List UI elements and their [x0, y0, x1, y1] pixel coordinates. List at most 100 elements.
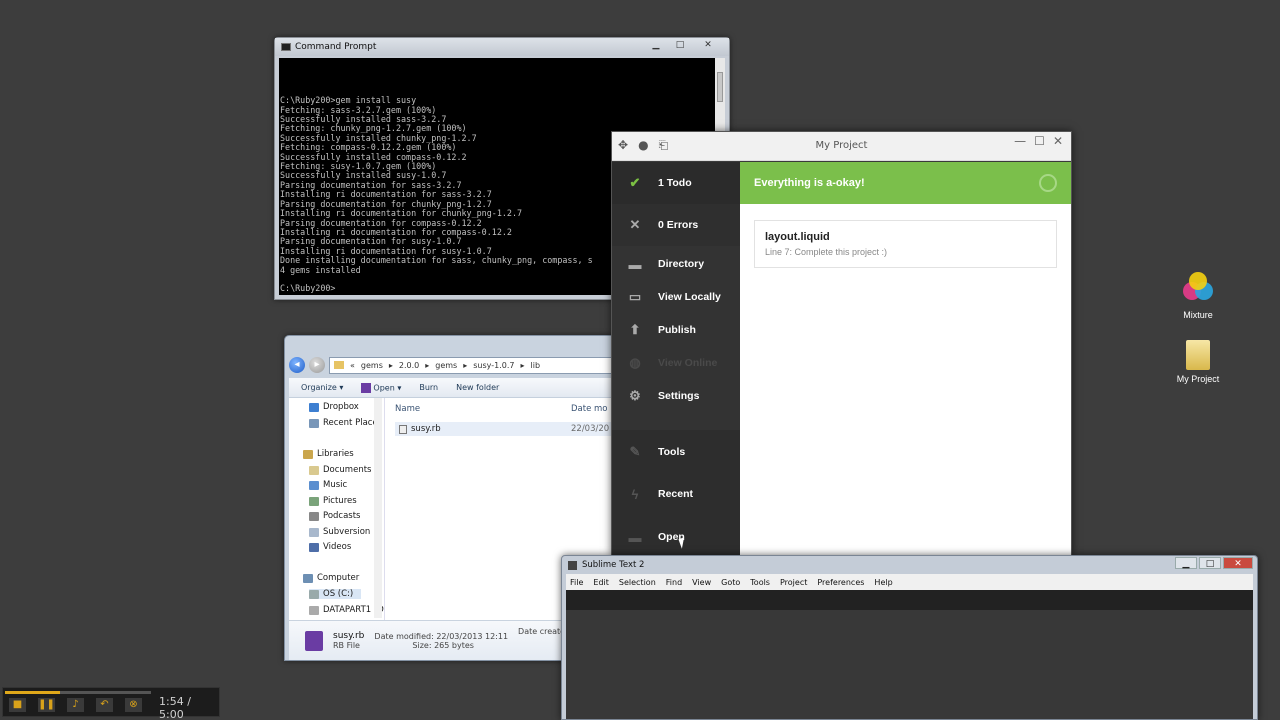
new-folder-button[interactable]: New folder [456, 383, 499, 392]
mixture-title: My Project [815, 140, 868, 151]
mic-icon[interactable]: ♪ [67, 698, 84, 712]
time-readout: 1:54 / 5:00 [159, 695, 191, 720]
pause-icon[interactable]: ❚❚ [38, 698, 55, 712]
globe-icon: ◍ [629, 355, 641, 370]
libraries-icon [303, 449, 313, 459]
sublime-icon [568, 560, 577, 570]
bolt-icon: ϟ [631, 486, 639, 502]
desktop-icon-my-project[interactable]: My Project [1168, 340, 1228, 384]
mixture-sidebar: ✔ 1 Todo ✕ 0 Errors ▬ Directory ▭ View Local… [612, 162, 740, 555]
details-created: Date create [518, 627, 566, 636]
close-icon[interactable]: ✕ [1053, 134, 1063, 148]
nav-todo[interactable]: ✔ 1 Todo [612, 162, 740, 204]
crumb-0[interactable]: « [350, 361, 355, 370]
crumb-4[interactable]: susy-1.0.7 [473, 361, 514, 370]
tree-item-datapart[interactable]: DATAPART1 (D [309, 605, 384, 615]
minimize-icon[interactable]: ▁ [1175, 557, 1197, 569]
file-row[interactable]: susy.rb 22/03/20 [395, 422, 615, 436]
mixture-titlebar[interactable]: ✥ ● ⎗ My Project — ☐ ✕ [612, 132, 1071, 161]
details-name: susy.rb [333, 631, 365, 641]
menu-file[interactable]: File [570, 578, 583, 587]
mixture-main: Everything is a-okay! layout.liquid Line… [740, 162, 1071, 555]
minimize-icon[interactable]: ▁ [645, 38, 667, 52]
computer-icon [303, 573, 313, 583]
tree-item-os-c[interactable]: OS (C:) [309, 589, 362, 599]
details-modified: Date modified: 22/03/2013 12:11 [374, 631, 509, 641]
mixture-window[interactable]: ✥ ● ⎗ My Project — ☐ ✕ ✔ 1 Todo ✕ 0 Errors… [611, 131, 1072, 556]
menu-edit[interactable]: Edit [593, 578, 609, 587]
desktop-icon-mixture[interactable]: Mixture [1168, 272, 1228, 320]
menu-project[interactable]: Project [780, 578, 807, 587]
nav-view-locally[interactable]: ▭ View Locally [612, 283, 740, 311]
tree-item-videos[interactable]: Videos [309, 542, 351, 552]
mixture-logo-icon [1181, 272, 1215, 306]
navigation-tree: Dropbox Recent Places Libraries Document… [289, 398, 385, 620]
minimize-icon[interactable]: — [1014, 134, 1026, 148]
recent-places-icon [309, 418, 319, 428]
desktop-label-project: My Project [1176, 374, 1220, 384]
close-icon[interactable]: ✕ [1223, 557, 1253, 569]
menu-tools[interactable]: Tools [750, 578, 770, 587]
tree-item-recent[interactable]: Recent Places [309, 418, 382, 428]
menu-help[interactable]: Help [874, 578, 892, 587]
todo-card[interactable]: layout.liquid Line 7: Complete this proj… [754, 220, 1057, 268]
check-icon: ✔ [629, 175, 641, 190]
tree-item-computer[interactable]: Computer [303, 573, 359, 583]
videos-icon [309, 542, 319, 552]
undo-icon[interactable]: ↶ [96, 698, 113, 712]
nav-tools[interactable]: ✎ Tools [612, 438, 740, 466]
close-icon[interactable]: ✕ [693, 38, 723, 52]
open-button[interactable]: Open ▾ [361, 382, 401, 393]
menu-find[interactable]: Find [666, 578, 682, 587]
file-name: susy.rb [411, 424, 441, 434]
menu-view[interactable]: View [692, 578, 711, 587]
back-button[interactable]: ◂ [289, 357, 305, 373]
column-name[interactable]: Name [395, 404, 420, 414]
crumb-3[interactable]: gems [435, 361, 457, 370]
details-type: RB File [333, 641, 360, 650]
maximize-icon[interactable]: ☐ [1034, 134, 1045, 148]
sublime-window[interactable]: Sublime Text 2 ▁ □ ✕ File Edit Selection… [561, 555, 1258, 720]
nav-errors[interactable]: ✕ 0 Errors [612, 204, 740, 246]
sublime-titlebar[interactable]: Sublime Text 2 [562, 556, 1257, 574]
tree-item-subversion[interactable]: Subversion [309, 527, 370, 537]
nav-recent[interactable]: ϟ Recent [612, 480, 740, 508]
tree-item-music[interactable]: Music [309, 480, 347, 490]
cancel-icon[interactable]: ⊗ [125, 698, 142, 712]
progress-bar[interactable] [5, 691, 151, 694]
organize-button[interactable]: Organize ▾ [301, 383, 343, 392]
maximize-icon[interactable]: □ [1199, 557, 1221, 569]
breadcrumb[interactable]: « gems ▸ 2.0.0 ▸ gems ▸ susy-1.0.7 ▸ lib [329, 356, 623, 374]
crumb-1[interactable]: gems [361, 361, 383, 370]
crumb-2[interactable]: 2.0.0 [399, 361, 419, 370]
tree-scrollbar[interactable] [374, 398, 382, 618]
x-icon: ✕ [629, 217, 641, 232]
nav-publish[interactable]: ⬆ Publish [612, 316, 740, 344]
sublime-tabbar[interactable] [566, 590, 1253, 610]
sublime-editor[interactable] [566, 610, 1253, 719]
nav-settings[interactable]: ⚙ Settings [612, 382, 740, 410]
menu-selection[interactable]: Selection [619, 578, 656, 587]
column-date[interactable]: Date mo [571, 404, 608, 414]
burn-button[interactable]: Burn [419, 383, 438, 392]
drive-icon [309, 605, 319, 615]
nav-open[interactable]: ▬ Open [612, 523, 740, 551]
tree-item-libraries[interactable]: Libraries [303, 449, 354, 459]
tree-item-podcasts[interactable]: Podcasts [309, 511, 361, 521]
tree-item-pictures[interactable]: Pictures [309, 496, 357, 506]
tree-item-dropbox[interactable]: Dropbox [309, 402, 359, 412]
crumb-5[interactable]: lib [531, 361, 541, 370]
cmd-titlebar[interactable]: Command Prompt ▁ □ ✕ [275, 38, 729, 56]
tree-item-documents[interactable]: Documents [309, 465, 371, 475]
stop-icon[interactable]: ■ [9, 698, 26, 712]
menu-goto[interactable]: Goto [721, 578, 740, 587]
pictures-icon [309, 496, 319, 506]
menu-preferences[interactable]: Preferences [817, 578, 864, 587]
music-icon [309, 480, 319, 490]
maximize-icon[interactable]: □ [669, 38, 691, 52]
forward-button[interactable]: ▸ [309, 357, 325, 373]
monitor-icon: ▭ [628, 289, 642, 304]
desktop-label-mixture: Mixture [1183, 310, 1213, 320]
folder-icon: ▬ [628, 256, 642, 272]
nav-directory[interactable]: ▬ Directory [612, 250, 740, 278]
